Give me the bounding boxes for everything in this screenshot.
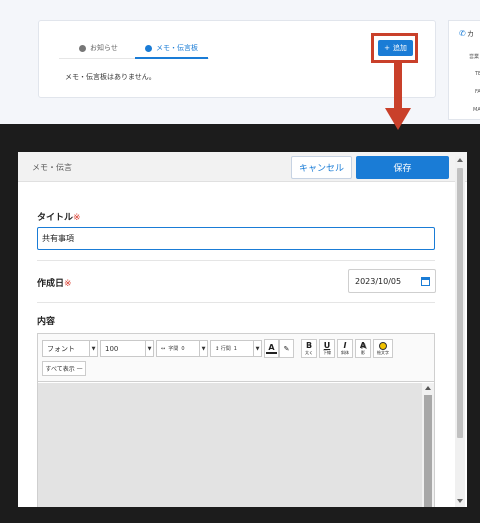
chevron-down-icon: ▼ — [199, 341, 207, 356]
show-all-button[interactable]: すべて表示 — — [42, 361, 86, 376]
smiley-icon — [379, 341, 387, 350]
contact-row: FA — [475, 89, 480, 95]
title-label-text: タイトル — [37, 213, 74, 223]
line-height-label: 行間 — [220, 346, 231, 352]
tab-notices-label: お知らせ — [90, 44, 118, 52]
highlight-color-button[interactable]: ✎ — [279, 339, 294, 358]
letter-spacing-label: 字間 — [168, 346, 179, 352]
font-select[interactable]: フォント ▼ — [42, 340, 98, 357]
collapse-icon: — — [74, 365, 83, 372]
modal-scrollbar[interactable] — [455, 156, 465, 507]
editor-toolbar: フォント ▼ 100 ▼ ↔ 字間 0 ▼ ↕ 行間 1 ▼ A ✎ B 太く … — [38, 334, 434, 382]
italic-caption: 斜体 — [341, 350, 349, 355]
tab-memo-label: メモ・伝言板 — [156, 44, 198, 52]
size-select-value: 100 — [105, 344, 119, 353]
content-label: 内容 — [37, 317, 56, 327]
size-select[interactable]: 100 ▼ — [100, 340, 154, 357]
editor-scroll-thumb[interactable] — [424, 395, 432, 507]
marker-icon: ✎ — [283, 344, 290, 353]
contact-card-title: カ — [467, 30, 474, 38]
title-input[interactable] — [37, 227, 435, 250]
tab-notices[interactable]: お知らせ — [79, 43, 118, 53]
arrow-shaft — [394, 63, 402, 111]
date-input[interactable]: 2023/10/05 — [348, 269, 436, 293]
shadow-icon: A — [359, 341, 367, 350]
contact-row: MA — [473, 107, 480, 113]
bold-caption: 太く — [305, 350, 313, 355]
chevron-down-icon: ▼ — [253, 341, 261, 356]
color-swatch — [266, 352, 277, 354]
modal-scroll-thumb[interactable] — [457, 168, 463, 438]
scroll-down-icon[interactable] — [457, 499, 463, 503]
chevron-down-icon: ▼ — [89, 341, 97, 356]
contact-card: ✆ カ 営業 TE FA MA — [448, 20, 480, 120]
shadow-button[interactable]: A 影 — [355, 339, 371, 358]
empty-message: メモ・伝言板はありません。 — [65, 73, 156, 81]
phone-icon: ✆ — [459, 29, 466, 38]
bold-button[interactable]: B 太く — [301, 339, 317, 358]
scroll-up-icon[interactable] — [425, 386, 431, 390]
text-color-icon: A — [268, 343, 275, 352]
add-button-highlight — [371, 33, 418, 63]
modal-header: メモ・伝言 キャンセル 保存 — [18, 152, 467, 182]
required-mark: ※ — [73, 213, 81, 223]
date-label: 作成日※ — [37, 276, 72, 289]
memo-modal: メモ・伝言 キャンセル 保存 タイトル※ 作成日※ 2023/10/05 内容 … — [18, 152, 467, 507]
editor-scrollbar[interactable] — [422, 383, 434, 507]
tab-memo[interactable]: メモ・伝言板 — [145, 43, 198, 53]
show-all-label: すべて表示 — [45, 366, 75, 373]
modal-title: メモ・伝言 — [32, 163, 72, 172]
speech-bubble-icon — [145, 44, 152, 52]
divider — [37, 260, 435, 261]
line-height-select[interactable]: ↕ 行間 1 ▼ — [210, 340, 262, 357]
shadow-caption: 影 — [361, 350, 365, 355]
contact-row: 営業 — [469, 54, 480, 60]
title-label: タイトル※ — [37, 210, 81, 223]
contact-row: TE — [475, 71, 480, 77]
bold-icon: B — [305, 341, 313, 350]
font-select-value: フォント — [47, 344, 75, 353]
letter-spacing-icon: ↔ — [161, 345, 169, 352]
date-label-text: 作成日 — [37, 279, 65, 289]
required-mark: ※ — [64, 279, 72, 289]
editor-content-area[interactable] — [38, 383, 434, 507]
emoji-caption: 絵文字 — [377, 349, 389, 355]
arrow-down-icon — [385, 108, 411, 130]
info-icon — [79, 44, 86, 52]
underline-caption: 下線 — [323, 350, 331, 355]
chevron-down-icon: ▼ — [145, 341, 153, 356]
divider — [37, 302, 435, 303]
text-color-button[interactable]: A — [264, 339, 279, 358]
cancel-button[interactable]: キャンセル — [291, 156, 352, 179]
scroll-up-icon[interactable] — [457, 158, 463, 162]
italic-icon: I — [343, 341, 347, 350]
save-button[interactable]: 保存 — [356, 156, 449, 179]
letter-spacing-select[interactable]: ↔ 字間 0 ▼ — [156, 340, 208, 357]
italic-button[interactable]: I 斜体 — [337, 339, 353, 358]
letter-spacing-value: 0 — [181, 345, 185, 352]
calendar-icon[interactable] — [421, 277, 430, 286]
line-height-value: 1 — [233, 345, 237, 352]
rich-text-editor: フォント ▼ 100 ▼ ↔ 字間 0 ▼ ↕ 行間 1 ▼ A ✎ B 太く … — [37, 333, 435, 507]
date-value: 2023/10/05 — [355, 276, 402, 286]
underline-button[interactable]: U 下線 — [319, 339, 335, 358]
active-tab-underline — [135, 57, 208, 59]
emoji-button[interactable]: 絵文字 — [373, 339, 393, 358]
underline-icon: U — [323, 341, 331, 350]
